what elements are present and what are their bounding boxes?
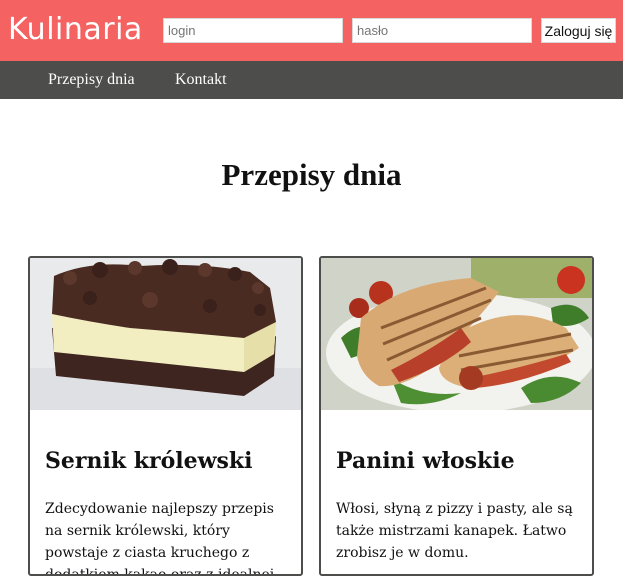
cheesecake-image — [30, 258, 301, 410]
nav-bar: Przepisy dnia Kontakt — [0, 61, 623, 99]
recipe-description: Włosi, słyną z pizzy i pasty, ale są tak… — [336, 501, 573, 561]
recipe-title[interactable]: Panini włoskie — [336, 448, 515, 474]
nav-item-przepisy-dnia[interactable]: Przepisy dnia — [48, 61, 135, 99]
recipe-card[interactable]: Sernik królewski Zdecydowanie najlepszy … — [28, 256, 303, 576]
recipe-card[interactable]: Panini włoskie Włosi, słyną z pizzy i pa… — [319, 256, 594, 576]
recipe-title[interactable]: Sernik królewski — [45, 448, 253, 474]
password-input[interactable] — [352, 18, 532, 43]
nav-item-kontakt[interactable]: Kontakt — [175, 61, 227, 99]
top-bar: Kulinaria Zaloguj się — [0, 0, 623, 61]
login-input[interactable] — [163, 18, 343, 43]
site-logo[interactable]: Kulinaria — [8, 10, 143, 50]
recipe-description: Zdecydowanie najlepszy przepis na sernik… — [45, 501, 275, 576]
page-title: Przepisy dnia — [221, 157, 402, 192]
login-button[interactable]: Zaloguj się — [541, 18, 616, 43]
panini-image — [321, 258, 592, 410]
